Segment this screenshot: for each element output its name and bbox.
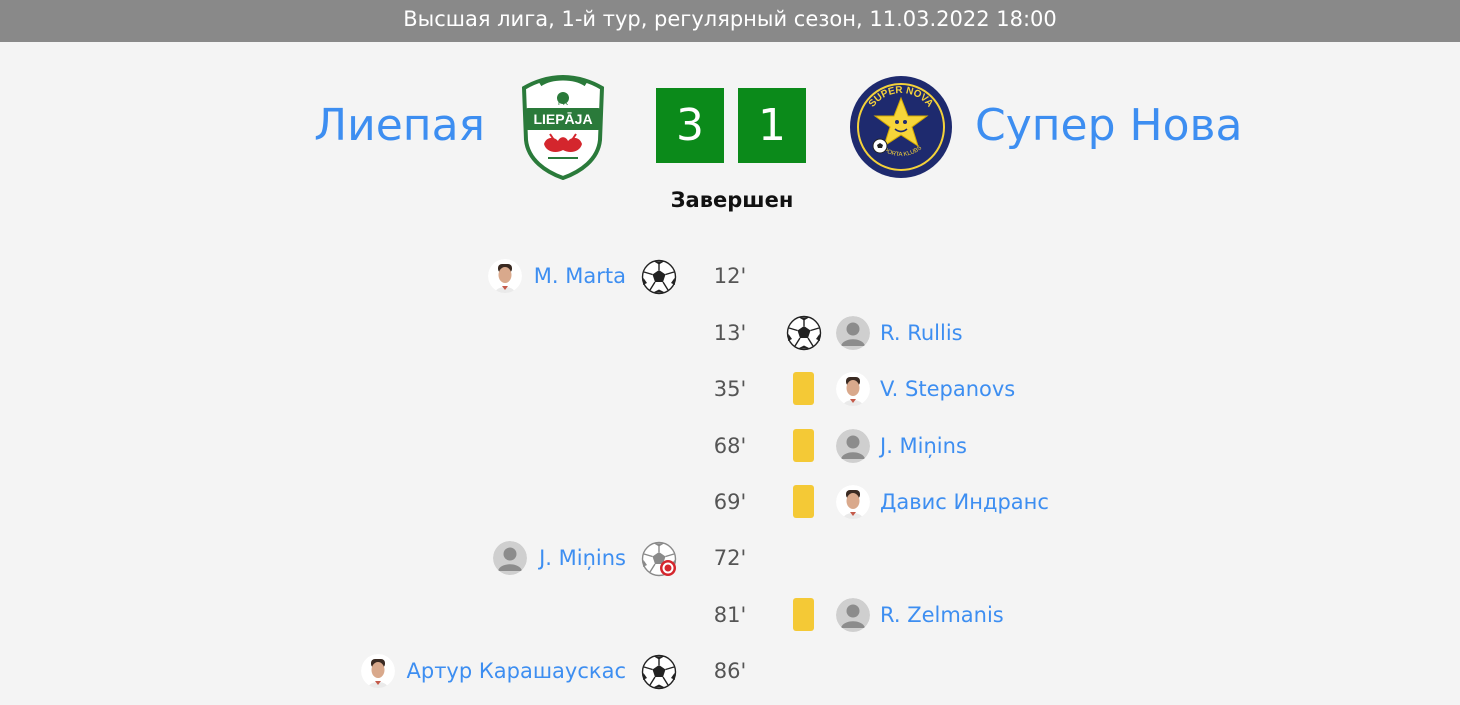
player-name[interactable]: Давис Индранс	[880, 490, 1049, 514]
event-minute: 13'	[713, 321, 747, 345]
player-avatar	[836, 316, 870, 350]
player-name[interactable]: M. Marta	[534, 264, 626, 288]
player-name[interactable]: J. Miņins	[539, 546, 626, 570]
home-player[interactable]: J. Miņins	[493, 538, 626, 578]
event-row: 35' V. Stepanovs	[0, 369, 1460, 409]
player-avatar	[493, 541, 527, 575]
goal-ball-icon	[641, 259, 677, 295]
event-minute: 72'	[713, 546, 747, 570]
event-minute: 12'	[713, 264, 747, 288]
event-row: 81' R. Zelmanis	[0, 595, 1460, 635]
yellow-card-icon	[793, 372, 814, 405]
away-player[interactable]: R. Zelmanis	[836, 595, 1004, 635]
match-status: Завершен	[670, 188, 794, 212]
away-player[interactable]: J. Miņins	[836, 426, 967, 466]
goal-ball-icon	[641, 654, 677, 690]
home-player[interactable]: Артур Карашаускас	[361, 651, 627, 691]
event-minute: 86'	[713, 659, 747, 683]
player-name[interactable]: R. Zelmanis	[880, 603, 1004, 627]
event-row: Артур Карашаускас 86'	[0, 651, 1460, 691]
home-crest-text: LIEPĀJA	[533, 111, 592, 127]
away-team-name[interactable]: Супер Нова	[975, 98, 1242, 154]
player-name[interactable]: J. Miņins	[880, 434, 967, 458]
own-goal-icon	[641, 541, 677, 577]
yellow-card-icon	[793, 429, 814, 462]
home-score: 3	[656, 88, 724, 163]
player-avatar	[836, 598, 870, 632]
goal-ball-icon	[786, 315, 822, 351]
event-row: 69' Давис Индранс	[0, 482, 1460, 522]
event-row: 68' J. Miņins	[0, 426, 1460, 466]
away-player[interactable]: V. Stepanovs	[836, 369, 1015, 409]
away-score: 1	[738, 88, 806, 163]
event-minute: 69'	[713, 490, 747, 514]
home-crest-fk: FK	[558, 98, 569, 107]
yellow-card-icon	[793, 485, 814, 518]
away-team-crest-icon[interactable]: SUPER NOVA SPORTA KLUBS	[848, 74, 954, 180]
match-info-header: Высшая лига, 1-й тур, регулярный сезон, …	[0, 0, 1460, 42]
home-team-name[interactable]: Лиепая	[314, 98, 485, 154]
player-avatar	[836, 485, 870, 519]
player-avatar	[361, 654, 395, 688]
event-row: 13' R. Rullis	[0, 313, 1460, 353]
home-player[interactable]: M. Marta	[488, 256, 626, 296]
player-avatar	[836, 372, 870, 406]
event-row: J. Miņins 72'	[0, 538, 1460, 578]
player-avatar	[488, 259, 522, 293]
away-player[interactable]: Давис Индранс	[836, 482, 1049, 522]
yellow-card-icon	[793, 598, 814, 631]
player-avatar	[836, 429, 870, 463]
event-minute: 81'	[713, 603, 747, 627]
player-name[interactable]: Артур Карашаускас	[407, 659, 627, 683]
event-row: M. Marta 12'	[0, 256, 1460, 296]
player-name[interactable]: V. Stepanovs	[880, 377, 1015, 401]
away-player[interactable]: R. Rullis	[836, 313, 963, 353]
player-name[interactable]: R. Rullis	[880, 321, 963, 345]
home-team-crest-icon[interactable]: FK LIEPĀJA	[520, 74, 606, 180]
event-minute: 35'	[713, 377, 747, 401]
event-minute: 68'	[713, 434, 747, 458]
